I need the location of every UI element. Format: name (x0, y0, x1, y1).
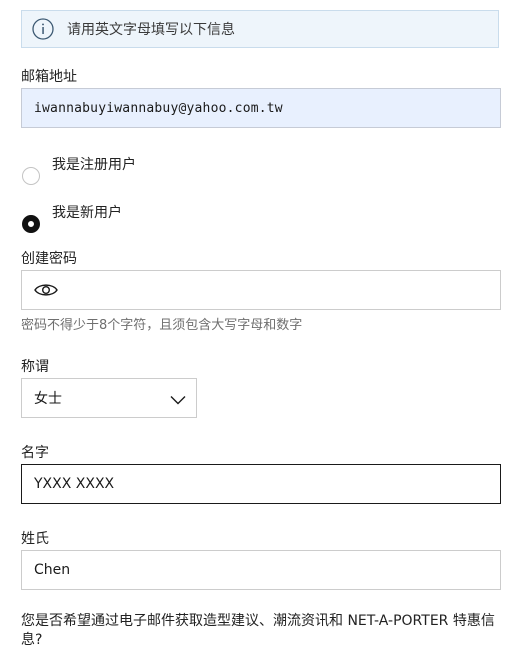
new-user-label: 我是新用户 (52, 205, 122, 221)
email-field[interactable]: iwannabuyiwannabuy@yahoo.com.tw (21, 88, 501, 128)
new-user-radio[interactable]: 我是新用户 (21, 201, 321, 245)
info-banner-text: 请用英文字母填写以下信息 (67, 22, 235, 38)
title-select[interactable]: 女士 (21, 378, 197, 418)
first-name-label: 名字 (21, 445, 49, 461)
title-label: 称谓 (21, 359, 49, 375)
password-helper-text: 密码不得少于8个字符，且须包含大写字母和数字 (21, 318, 303, 333)
registered-user-radio[interactable]: 我是注册用户 (21, 153, 321, 197)
last-name-field[interactable]: Chen (21, 550, 501, 590)
email-label: 邮箱地址 (21, 69, 77, 85)
registered-user-label: 我是注册用户 (52, 157, 136, 173)
title-selected-value: 女士 (34, 391, 62, 407)
info-banner: 请用英文字母填写以下信息 (21, 10, 499, 48)
password-label: 创建密码 (21, 251, 77, 267)
info-icon (32, 18, 54, 40)
marketing-question: 您是否希望通过电子邮件获取造型建议、潮流资讯和 NET-A-PORTER 特惠信… (21, 613, 495, 648)
password-field[interactable] (21, 270, 501, 310)
radio-checked-icon (22, 215, 40, 233)
radio-unchecked-icon (22, 167, 40, 185)
eye-icon[interactable] (34, 282, 58, 298)
first-name-field[interactable]: YXXX XXXX (21, 464, 501, 504)
last-name-label: 姓氏 (21, 531, 49, 547)
chevron-down-icon (170, 393, 186, 405)
